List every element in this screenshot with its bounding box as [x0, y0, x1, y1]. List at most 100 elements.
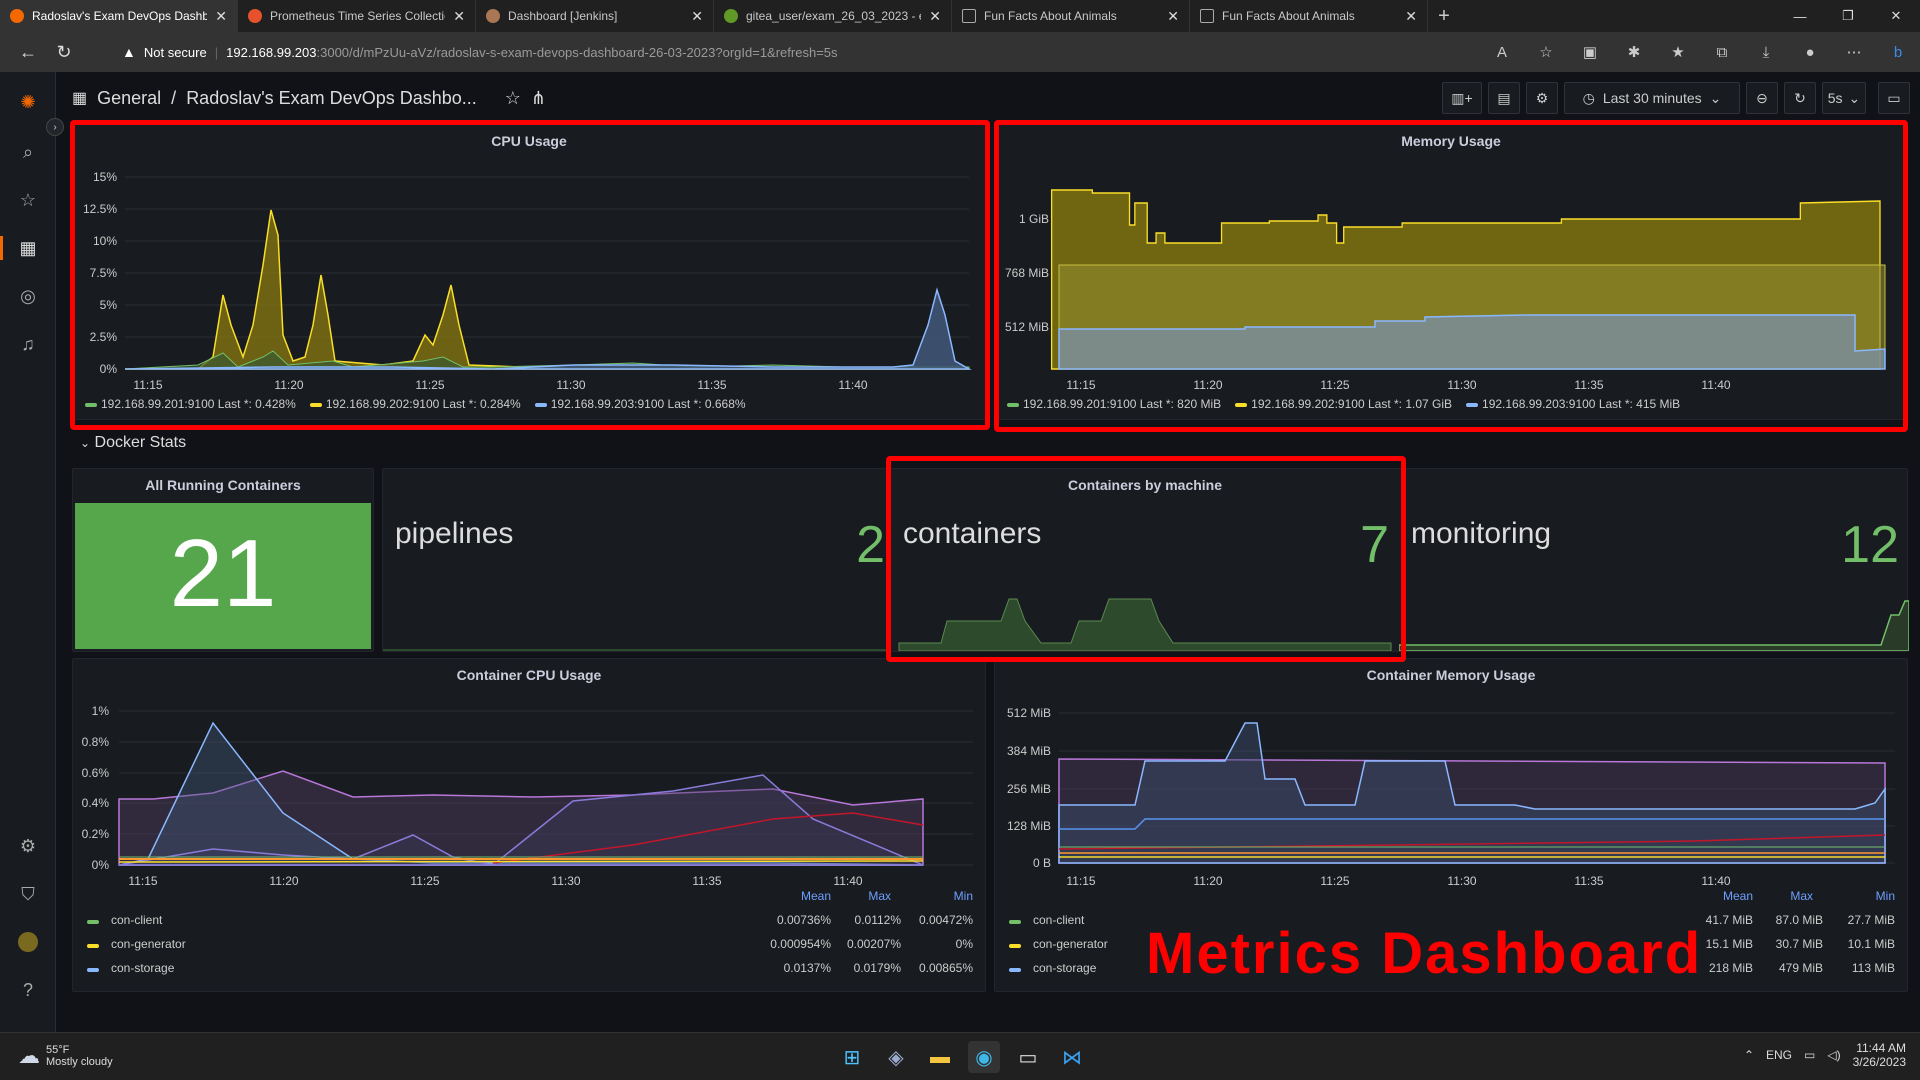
col-header-max[interactable]: Max	[1790, 889, 1813, 903]
avatar[interactable]	[14, 928, 42, 956]
row-max: 30.7 MiB	[1775, 937, 1823, 951]
add-panel-button[interactable]: ▥+	[1442, 82, 1482, 114]
all-running-containers-panel[interactable]: All Running Containers 21	[72, 468, 374, 652]
refresh-interval-label: 5s	[1827, 90, 1843, 106]
y-tick: 0.2%	[82, 827, 110, 841]
weather-widget[interactable]: ☁ 55°F Mostly cloudy	[18, 1043, 113, 1069]
bing-icon[interactable]: b	[1876, 32, 1920, 72]
favorite-add-icon[interactable]: ☆	[1524, 32, 1568, 72]
new-tab-button[interactable]: +	[1428, 0, 1460, 32]
dashboard-title[interactable]: Radoslav's Exam DevOps Dashbo...	[186, 88, 477, 109]
url-separator: |	[214, 44, 219, 60]
read-aloud-icon[interactable]: A	[1480, 32, 1524, 72]
x-tick: 11:15	[128, 874, 157, 888]
minimize-button[interactable]: —	[1776, 0, 1824, 32]
volume-icon[interactable]: ◁)	[1827, 1048, 1840, 1062]
refresh-button[interactable]: ↻	[1784, 82, 1816, 114]
table-row[interactable]: con-storage 0.0137% 0.0179% 0.00865%	[73, 961, 987, 985]
more-icon[interactable]: ⋯	[1832, 32, 1876, 72]
starred-icon[interactable]: ☆	[14, 186, 42, 214]
tab-grafana[interactable]: Radoslav's Exam DevOps Dashbo ✕	[0, 0, 238, 32]
browser-tab-strip: Radoslav's Exam DevOps Dashbo ✕ Promethe…	[0, 0, 1920, 32]
table-row[interactable]: con-client 0.00736% 0.0112% 0.00472%	[73, 913, 987, 937]
grafana-sidebar: ✺ › ⌕ ☆ ▦ ◎ ♫ ⚙ ⛉ ?	[0, 72, 64, 1032]
close-icon[interactable]: ✕	[691, 8, 703, 25]
alerting-icon[interactable]: ♫	[14, 330, 42, 358]
explore-icon[interactable]: ◎	[14, 282, 42, 310]
dashboards-icon[interactable]: ▦	[14, 234, 42, 262]
favorites-icon[interactable]: ★	[1656, 32, 1700, 72]
save-dashboard-button[interactable]: ▤	[1488, 82, 1520, 114]
y-tick: 128 MiB	[1007, 819, 1051, 833]
row-header-docker-stats[interactable]: ⌄ Docker Stats	[80, 434, 186, 452]
edge-icon[interactable]: ◉	[968, 1041, 1000, 1073]
tab-gitea[interactable]: gitea_user/exam_26_03_2023 - e ✕	[714, 0, 952, 32]
stat-value: 21	[169, 520, 277, 627]
metrics-dashboard-overlay: Metrics Dashboard	[1146, 921, 1703, 986]
virtualbox-icon[interactable]: ◈	[880, 1041, 912, 1073]
dashboard-navbar: ▦ General / Radoslav's Exam DevOps Dashb…	[56, 72, 1920, 124]
grafana-logo-icon[interactable]: ✺	[14, 88, 42, 116]
container-cpu-chart: 1% 0.8% 0.6% 0.4% 0.2% 0% 11:15 11:20 11…	[82, 704, 973, 888]
container-cpu-usage-panel[interactable]: Container CPU Usage 1% 0.8% 0.6% 0.4% 0.…	[72, 658, 986, 992]
extension-icon[interactable]: ▣	[1568, 32, 1612, 72]
tv-mode-button[interactable]: ▭	[1878, 82, 1910, 114]
legend-swatch	[1009, 944, 1021, 948]
back-button[interactable]: ←	[10, 34, 46, 70]
terminal-icon[interactable]: ▭	[1012, 1041, 1044, 1073]
stat-pipelines: pipelines 2	[383, 469, 891, 653]
row-name: con-generator	[111, 937, 186, 951]
row-min: 10.1 MiB	[1847, 937, 1895, 951]
windows-start-icon[interactable]: ⊞	[836, 1041, 868, 1073]
network-icon[interactable]: ▭	[1804, 1048, 1815, 1062]
share-icon[interactable]: ⋔	[531, 88, 546, 109]
chevron-up-icon[interactable]: ⌃	[1744, 1048, 1754, 1062]
zoom-out-button[interactable]: ⊖	[1746, 82, 1778, 114]
col-header-min[interactable]: Min	[954, 889, 973, 903]
download-icon[interactable]: ⤓	[1744, 32, 1788, 72]
x-tick: 11:40	[1701, 874, 1730, 888]
close-icon[interactable]: ✕	[929, 8, 941, 25]
time-picker[interactable]: ◷ Last 30 minutes ⌄	[1564, 82, 1740, 114]
close-icon[interactable]: ✕	[453, 8, 465, 25]
help-icon[interactable]: ?	[14, 976, 42, 1004]
vscode-icon[interactable]: ⋈	[1056, 1041, 1088, 1073]
puzzle-icon[interactable]: ✱	[1612, 32, 1656, 72]
table-row[interactable]: con-generator 0.000954% 0.00207% 0%	[73, 937, 987, 961]
col-header-mean[interactable]: Mean	[801, 889, 831, 903]
col-header-mean[interactable]: Mean	[1723, 889, 1753, 903]
stat-monitoring: monitoring 12	[1399, 469, 1909, 653]
shield-icon[interactable]: ⛉	[14, 880, 42, 908]
active-indicator	[0, 236, 3, 260]
dashboard-settings-button[interactable]: ⚙	[1526, 82, 1558, 114]
url-field[interactable]: ▲ Not secure | 192.168.99.203:3000/d/mPz…	[122, 37, 1502, 67]
language-indicator[interactable]: ENG	[1766, 1048, 1792, 1062]
close-icon[interactable]: ✕	[215, 8, 227, 25]
profile-icon[interactable]: ●	[1788, 32, 1832, 72]
tab-prometheus[interactable]: Prometheus Time Series Collectio ✕	[238, 0, 476, 32]
col-header-max[interactable]: Max	[868, 889, 891, 903]
taskbar-apps: ⊞ ◈ ▬ ◉ ▭ ⋈	[836, 1041, 1088, 1073]
restore-button[interactable]: ❐	[1824, 0, 1872, 32]
clock[interactable]: 11:44 AM 3/26/2023	[1853, 1041, 1906, 1069]
row-name: con-generator	[1033, 937, 1108, 951]
col-header-min[interactable]: Min	[1876, 889, 1895, 903]
star-icon[interactable]: ☆	[505, 88, 521, 109]
row-min: 27.7 MiB	[1847, 913, 1895, 927]
tab-jenkins[interactable]: Dashboard [Jenkins] ✕	[476, 0, 714, 32]
reload-button[interactable]: ↻	[46, 34, 82, 70]
search-icon[interactable]: ⌕	[14, 138, 42, 166]
refresh-interval-picker[interactable]: 5s ⌄	[1822, 82, 1866, 114]
row-max: 0.0112%	[854, 913, 901, 927]
gear-icon[interactable]: ⚙	[14, 832, 42, 860]
tab-animals-1[interactable]: Fun Facts About Animals ✕	[952, 0, 1190, 32]
close-window-button[interactable]: ✕	[1872, 0, 1920, 32]
collections-icon[interactable]: ⧉	[1700, 32, 1744, 72]
x-tick: 11:15	[1066, 874, 1095, 888]
close-icon[interactable]: ✕	[1405, 8, 1417, 25]
tab-animals-2[interactable]: Fun Facts About Animals ✕	[1190, 0, 1428, 32]
close-icon[interactable]: ✕	[1167, 8, 1179, 25]
breadcrumb-root[interactable]: General	[97, 88, 161, 109]
file-explorer-icon[interactable]: ▬	[924, 1041, 956, 1073]
tab-title: Dashboard [Jenkins]	[508, 9, 618, 23]
